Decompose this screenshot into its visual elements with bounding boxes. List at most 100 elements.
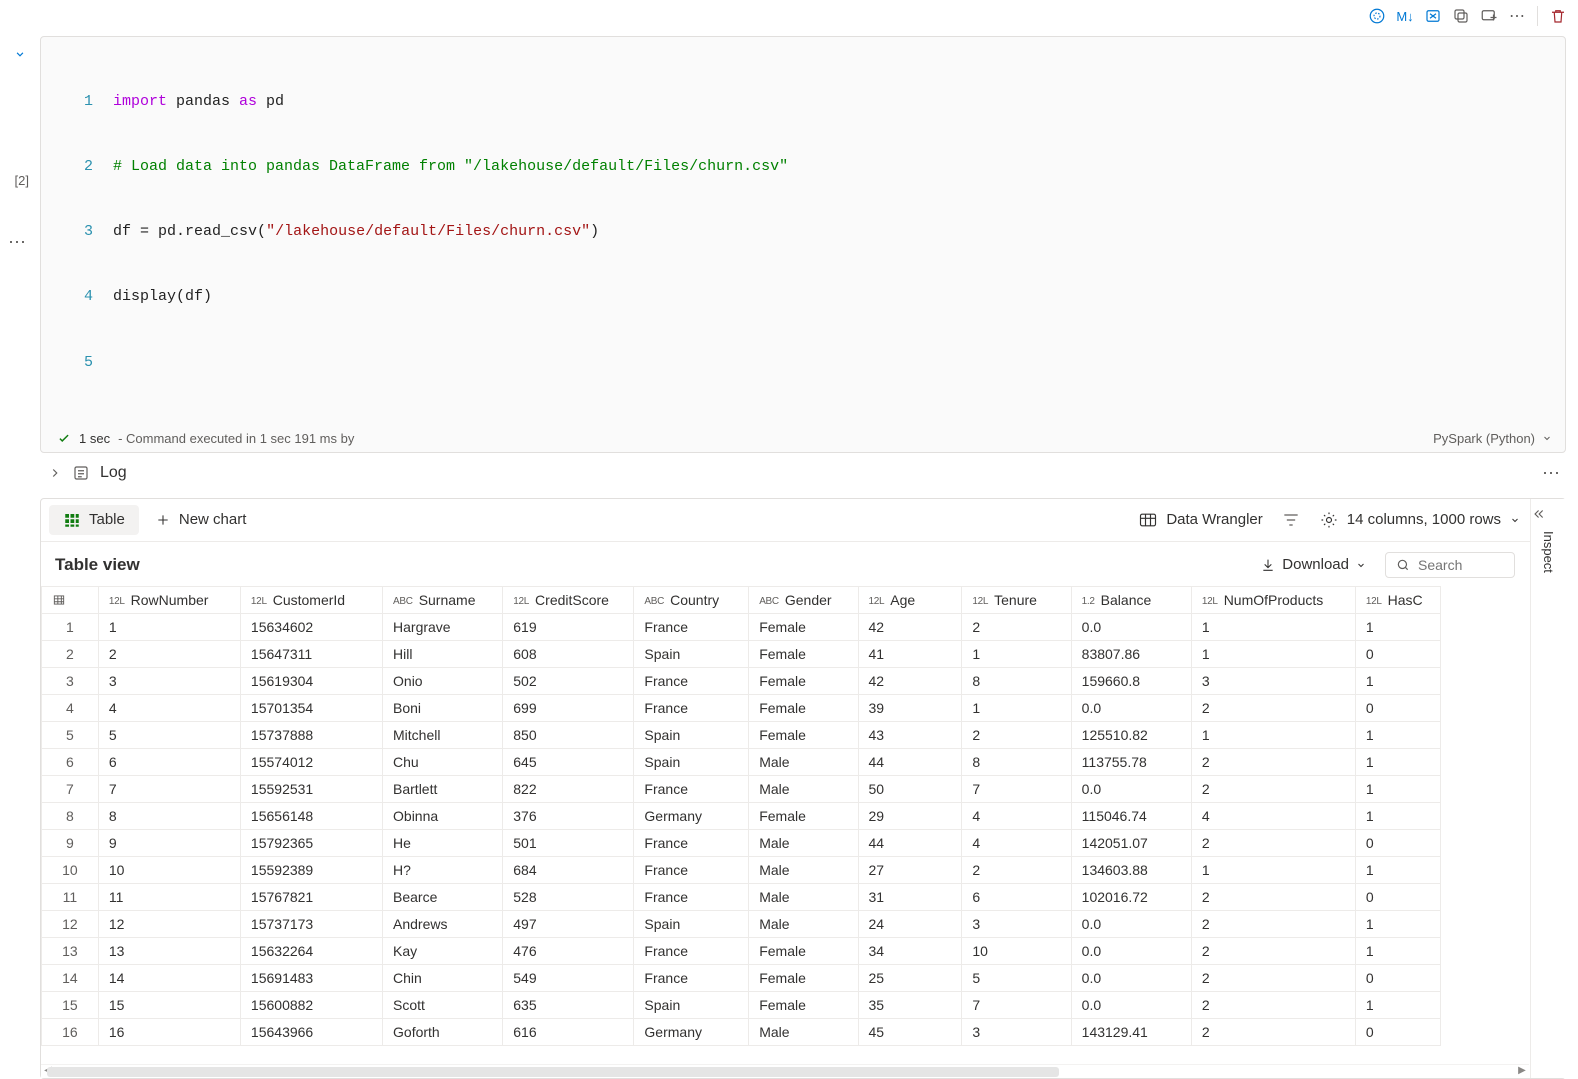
log-label[interactable]: Log: [100, 464, 127, 482]
table-cell: 13: [42, 937, 99, 964]
table-cell: Male: [749, 856, 858, 883]
table-cell: H?: [383, 856, 503, 883]
new-chart-button[interactable]: New chart: [143, 505, 259, 534]
log-more-icon[interactable]: ⋯: [1542, 463, 1566, 484]
copy-icon[interactable]: [1449, 4, 1473, 28]
table-cell: Female: [749, 937, 858, 964]
table-cell: 1: [962, 640, 1071, 667]
tab-table[interactable]: Table: [49, 505, 139, 535]
table-cell: Chin: [383, 964, 503, 991]
filter-icon[interactable]: [1281, 510, 1301, 530]
column-header[interactable]: 12LAge: [858, 586, 962, 613]
column-header[interactable]: ABCCountry: [634, 586, 749, 613]
table-row[interactable]: 1115634602Hargrave619FranceFemale4220.01…: [42, 613, 1441, 640]
search-input[interactable]: [1385, 552, 1515, 578]
table-row[interactable]: 8815656148Obinna376GermanyFemale29411504…: [42, 802, 1441, 829]
table-cell: Onio: [383, 667, 503, 694]
table-cell: France: [634, 883, 749, 910]
table-cell: France: [634, 775, 749, 802]
table-cell: 0: [1355, 964, 1440, 991]
columns-rows-button[interactable]: 14 columns, 1000 rows: [1319, 510, 1521, 530]
table-cell: 1: [1355, 856, 1440, 883]
table-row[interactable]: 9915792365He501FranceMale444142051.0720: [42, 829, 1441, 856]
table-cell: Female: [749, 991, 858, 1018]
code-cell: 1import pandas as pd 2# Load data into p…: [40, 36, 1566, 453]
table-cell: 35: [858, 991, 962, 1018]
table-cell: 3: [1191, 667, 1355, 694]
table-cell: 1: [1355, 721, 1440, 748]
table-row[interactable]: 151515600882Scott635SpainFemale3570.021: [42, 991, 1441, 1018]
column-header[interactable]: 1.2Balance: [1071, 586, 1191, 613]
execution-status: 1 sec - Command executed in 1 sec 191 ms…: [41, 427, 1565, 452]
table-cell: 850: [503, 721, 634, 748]
column-header[interactable]: 12LHasC: [1355, 586, 1440, 613]
table-cell: Female: [749, 667, 858, 694]
expand-log-icon[interactable]: [48, 466, 62, 480]
column-header[interactable]: [42, 586, 99, 613]
table-cell: 39: [858, 694, 962, 721]
delete-icon[interactable]: [1546, 4, 1570, 28]
table-cell: 1: [1355, 937, 1440, 964]
table-row[interactable]: 6615574012Chu645SpainMale448113755.7821: [42, 748, 1441, 775]
table-cell: 2: [1191, 694, 1355, 721]
cell-side-menu-icon[interactable]: ⋯: [8, 232, 27, 253]
search-field[interactable]: [1416, 556, 1496, 574]
table-row[interactable]: 161615643966Goforth616GermanyMale4531431…: [42, 1018, 1441, 1045]
table-cell: France: [634, 667, 749, 694]
inspect-panel-tab[interactable]: Inspect: [1530, 499, 1566, 1078]
column-header[interactable]: ABCSurname: [383, 586, 503, 613]
table-row[interactable]: 3315619304Onio502FranceFemale428159660.8…: [42, 667, 1441, 694]
table-cell: 42: [858, 667, 962, 694]
log-section: Log ⋯: [40, 453, 1566, 494]
table-row[interactable]: 4415701354Boni699FranceFemale3910.020: [42, 694, 1441, 721]
horizontal-scrollbar[interactable]: ◀ ▶: [41, 1064, 1529, 1078]
table-cell: 134603.88: [1071, 856, 1191, 883]
table-cell: 1: [1355, 802, 1440, 829]
table-cell: 1: [1191, 721, 1355, 748]
expand-inspect-icon[interactable]: [1531, 507, 1566, 521]
column-header[interactable]: 12LCreditScore: [503, 586, 634, 613]
table-row[interactable]: 141415691483Chin549FranceFemale2550.020: [42, 964, 1441, 991]
table-cell: 2: [962, 856, 1071, 883]
table-cell: 15632264: [240, 937, 382, 964]
add-below-icon[interactable]: [1477, 4, 1501, 28]
table-cell: 12: [98, 910, 240, 937]
table-row[interactable]: 111115767821Bearce528FranceMale316102016…: [42, 883, 1441, 910]
column-header[interactable]: ABCGender: [749, 586, 858, 613]
table-cell: 497: [503, 910, 634, 937]
table-cell: Male: [749, 883, 858, 910]
run-interaction-icon[interactable]: [1365, 4, 1389, 28]
table-cell: Female: [749, 964, 858, 991]
clear-output-icon[interactable]: [1421, 4, 1445, 28]
table-cell: 7: [962, 775, 1071, 802]
table-cell: 0: [1355, 829, 1440, 856]
column-header[interactable]: 12LTenure: [962, 586, 1071, 613]
column-header[interactable]: 12LCustomerId: [240, 586, 382, 613]
scrollbar-thumb[interactable]: [47, 1067, 1059, 1077]
table-row[interactable]: 121215737173Andrews497SpainMale2430.021: [42, 910, 1441, 937]
table-cell: Bartlett: [383, 775, 503, 802]
table-row[interactable]: 101015592389H?684FranceMale272134603.881…: [42, 856, 1441, 883]
table-cell: 102016.72: [1071, 883, 1191, 910]
column-header[interactable]: 12LRowNumber: [98, 586, 240, 613]
table-cell: 0: [1355, 640, 1440, 667]
table-cell: 608: [503, 640, 634, 667]
kernel-label[interactable]: PySpark (Python): [1433, 431, 1535, 446]
table-row[interactable]: 2215647311Hill608SpainFemale41183807.861…: [42, 640, 1441, 667]
table-cell: 1: [1191, 856, 1355, 883]
table-cell: 4: [1191, 802, 1355, 829]
table-cell: Male: [749, 910, 858, 937]
table-row[interactable]: 131315632264Kay476FranceFemale34100.021: [42, 937, 1441, 964]
markdown-icon[interactable]: M↓: [1393, 4, 1417, 28]
collapse-cell-icon[interactable]: [13, 47, 27, 61]
column-header[interactable]: 12LNumOfProducts: [1191, 586, 1355, 613]
download-button[interactable]: Download: [1260, 556, 1367, 573]
data-wrangler-button[interactable]: Data Wrangler: [1138, 510, 1262, 530]
table-cell: 1: [1191, 640, 1355, 667]
code-editor[interactable]: 1import pandas as pd 2# Load data into p…: [41, 37, 1565, 427]
more-icon[interactable]: ⋯: [1505, 4, 1529, 28]
table-row[interactable]: 7715592531Bartlett822FranceMale5070.021: [42, 775, 1441, 802]
table-row[interactable]: 5515737888Mitchell850SpainFemale43212551…: [42, 721, 1441, 748]
table-cell: 6: [42, 748, 99, 775]
table-cell: 8: [98, 802, 240, 829]
